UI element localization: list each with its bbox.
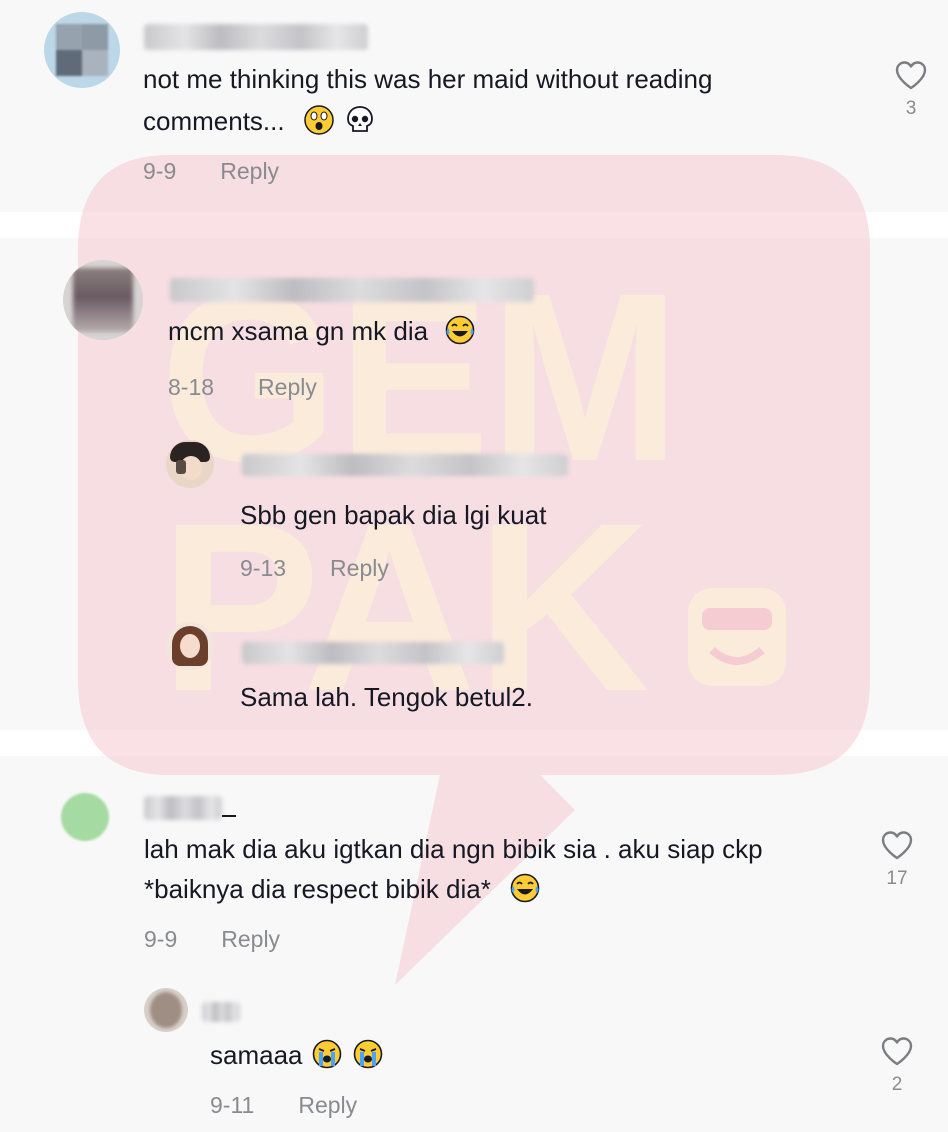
blurred-username[interactable] <box>170 278 534 302</box>
avatar[interactable] <box>63 260 143 340</box>
reply-text: samaaa <box>210 1040 303 1070</box>
comment-meta: 8-18 Reply <box>168 374 317 401</box>
like-count: 17 <box>886 868 908 889</box>
heart-icon <box>881 1037 913 1066</box>
avatar[interactable] <box>166 440 214 488</box>
shocked-face-emoji-icon <box>304 105 334 135</box>
loudly-crying-emoji-icon <box>312 1039 342 1069</box>
comment-meta: 9-9 Reply <box>143 158 279 185</box>
comment-text-line1: lah mak dia aku igtkan dia ngn bibik sia… <box>144 834 763 864</box>
like-count: 2 <box>891 1074 903 1095</box>
avatar[interactable] <box>144 988 188 1032</box>
comment-text-line2: comments... <box>143 106 285 136</box>
comment-text-line2-wrap: comments... <box>143 100 375 142</box>
comment-text-line1: not me thinking this was her maid withou… <box>143 64 713 94</box>
comment-date: 9-9 <box>144 926 178 952</box>
heart-icon <box>895 61 927 90</box>
reply-button[interactable]: Reply <box>330 555 389 581</box>
reply-text: Sama lah. Tengok betul2. <box>240 682 533 712</box>
avatar[interactable] <box>44 12 120 88</box>
reply-button[interactable]: Reply <box>221 926 280 952</box>
reply-button[interactable]: Reply <box>258 374 317 400</box>
like-count: 3 <box>905 98 917 119</box>
blurred-username[interactable] <box>144 24 368 50</box>
skull-emoji-icon <box>347 106 373 132</box>
avatar[interactable] <box>58 790 112 844</box>
blurred-username[interactable] <box>242 454 568 476</box>
separator-1 <box>0 212 948 238</box>
like-button[interactable]: 2 <box>874 1036 920 1096</box>
avatar[interactable] <box>166 622 214 670</box>
reply-text-wrap: samaaa <box>210 1034 383 1076</box>
reply-date: 9-11 <box>210 1092 255 1118</box>
like-button[interactable]: 3 <box>888 60 934 120</box>
heart-icon <box>881 831 913 860</box>
watermark-face-icon <box>688 588 786 686</box>
comment-meta: 9-9 Reply <box>144 926 280 953</box>
like-button[interactable]: 17 <box>874 830 920 890</box>
reply-meta: 9-13 Reply <box>240 555 389 582</box>
comment-text-line2-wrap: *baiknya dia respect bibik dia* <box>144 868 540 910</box>
loudly-crying-emoji-icon <box>353 1039 383 1069</box>
reply-meta: 9-11 Reply <box>210 1092 357 1119</box>
comment-date: 9-9 <box>143 158 177 184</box>
username-underscore <box>222 815 236 817</box>
laughing-tears-emoji-icon <box>510 873 540 903</box>
comment-text: mcm xsama gn mk dia <box>168 316 429 346</box>
reply-date: 9-13 <box>240 555 287 581</box>
reply-button[interactable]: Reply <box>298 1092 357 1118</box>
blurred-username[interactable] <box>242 642 504 664</box>
comment-text-wrap: mcm xsama gn mk dia <box>168 310 475 352</box>
laughing-tears-emoji-icon <box>446 315 475 345</box>
comment-date: 8-18 <box>168 374 215 400</box>
reply-button[interactable]: Reply <box>220 158 279 184</box>
blurred-username[interactable] <box>202 1002 240 1022</box>
comment-text-line2: *baiknya dia respect bibik dia* <box>144 874 491 904</box>
blurred-username[interactable] <box>144 796 222 820</box>
separator-2 <box>0 730 948 756</box>
reply-text: Sbb gen bapak dia lgi kuat <box>240 500 547 530</box>
